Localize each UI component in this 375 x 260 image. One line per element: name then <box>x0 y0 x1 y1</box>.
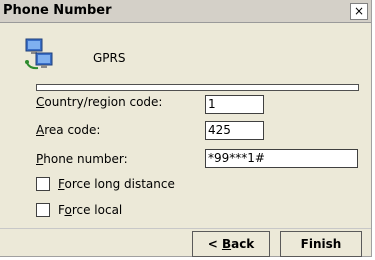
country-region-code-input[interactable]: 1 <box>205 95 264 114</box>
phone-number-dialog: Phone Number × GPRS Country/region code:… <box>0 0 372 257</box>
finish-button[interactable]: Finish <box>280 231 362 257</box>
force-local-checkbox[interactable] <box>36 203 50 217</box>
network-connection-icon <box>25 38 53 70</box>
window-title: Phone Number <box>3 3 112 18</box>
force-local-label[interactable]: Force local <box>58 203 122 217</box>
close-button[interactable]: × <box>350 3 368 20</box>
phone-number-label: Phone number: <box>36 152 128 166</box>
area-code-input[interactable]: 425 <box>205 121 264 140</box>
force-long-distance-label[interactable]: Force long distance <box>58 177 175 191</box>
connection-name: GPRS <box>93 51 126 65</box>
back-button[interactable]: < Back <box>192 231 270 257</box>
phone-number-input[interactable]: *99***1# <box>205 149 358 168</box>
force-long-distance-checkbox[interactable] <box>36 177 50 191</box>
close-icon: × <box>353 4 365 18</box>
country-region-code-label: Country/region code: <box>36 95 163 109</box>
progress-bar <box>36 84 359 91</box>
area-code-label: Area code: <box>36 123 101 137</box>
title-bar: Phone Number × <box>0 0 371 23</box>
